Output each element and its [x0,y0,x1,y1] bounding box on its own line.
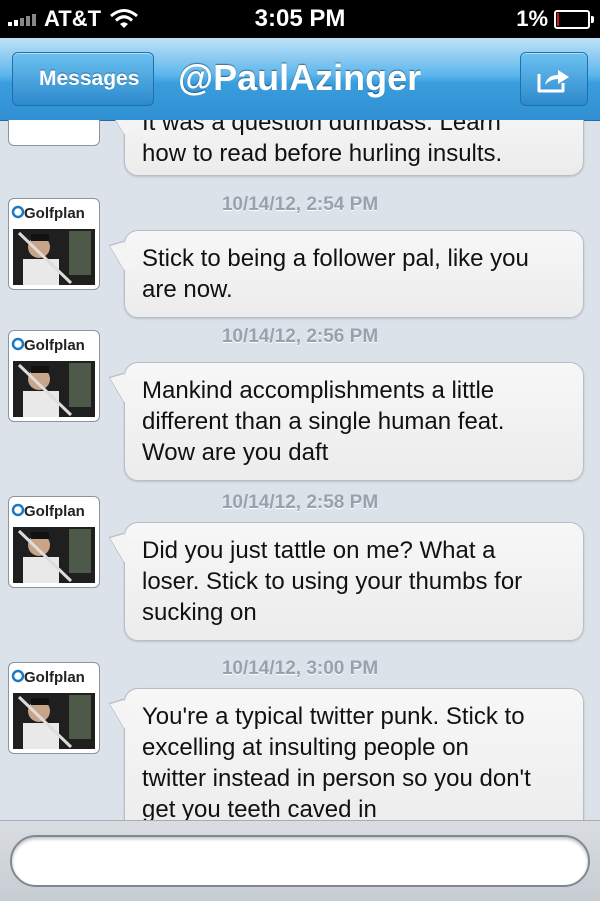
compose-bar [0,820,600,901]
message-list[interactable]: It was a question dumbass. Learn how to … [0,120,600,820]
golfplan-logo: Golfplan [11,669,95,749]
message-bubble: You're a typical twitter punk. Stick to … [124,688,584,820]
message-line: It was a question dumbass. Learn [142,120,501,136]
avatar[interactable]: Golfplan [8,662,100,754]
golfplan-logo: Golfplan [11,205,95,285]
message-line: You're a typical twitter punk. Stick to [142,703,525,730]
back-button[interactable]: Messages [12,52,155,106]
message-line: Stick to being a follower pal, like you [142,245,529,272]
message-line: sucking on [142,599,257,626]
back-button-label: Messages [39,67,140,90]
battery-icon [554,9,594,29]
clock: 3:05 PM [254,5,346,32]
status-right: 1% [516,0,594,38]
avatar-text: Golfplan [24,669,85,686]
golfplan-logo: Golfplan [11,337,95,417]
avatar[interactable]: Golfplan [8,496,100,588]
avatar-text: Golfplan [24,205,85,222]
golfplan-logo: Golfplan [11,503,95,583]
message-line: Did you just tattle on me? What a [142,537,496,564]
message-line: Wow are you daft [142,439,329,466]
avatar-text: Golfplan [24,503,85,520]
avatar[interactable]: Golfplan [8,198,100,290]
status-bar: AT&T 3:05 PM 1% [0,0,600,38]
battery-fill [557,12,559,26]
message-line: loser. Stick to using your thumbs for [142,568,523,595]
message-bubble: Did you just tattle on me? What a loser.… [124,522,584,641]
message-input[interactable] [10,835,590,887]
page-title: @PaulAzinger [178,57,422,98]
message-line: excelling at insulting people on [142,734,469,761]
message-bubble: Mankind accomplishments a little differe… [124,362,584,481]
message-line: how to read before hurling insults. [142,140,503,167]
avatar[interactable] [8,120,100,146]
battery-percent: 1% [516,6,548,31]
message-bubble: Stick to being a follower pal, like you … [124,230,584,318]
message-line: twitter instead in person so you don't [142,765,531,792]
message-bubble: It was a question dumbass. Learn how to … [124,120,584,176]
message-line: get you teeth caved in [142,796,377,820]
message-line: Mankind accomplishments a little [142,377,495,404]
share-button[interactable] [520,52,588,106]
share-icon [537,70,569,93]
message-line: are now. [142,276,233,303]
avatar-text: Golfplan [24,337,85,354]
nav-bar: Messages @PaulAzinger [0,38,600,121]
avatar[interactable]: Golfplan [8,330,100,422]
message-line: different than a single human feat. [142,408,505,435]
